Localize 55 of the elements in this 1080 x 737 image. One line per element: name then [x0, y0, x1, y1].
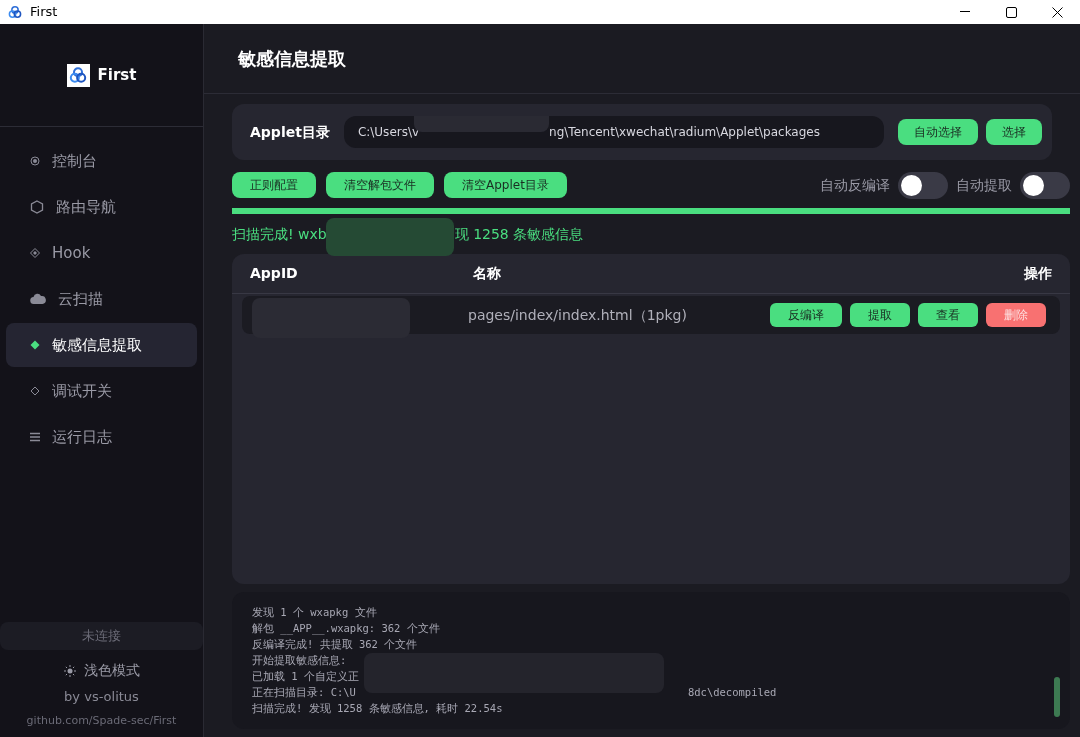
cloud-icon [30, 293, 46, 305]
nav-item[interactable]: 控制台 [6, 139, 197, 183]
column-header: AppID [250, 264, 299, 283]
log-line: 发现 1 个 wxapkg 文件 [252, 605, 377, 620]
toggle-switch[interactable] [1020, 171, 1070, 199]
status-text: 扫描完成! wxb [232, 224, 327, 244]
connection-status: 未连接 [0, 622, 203, 650]
path-field[interactable]: C:\Users\v ng\Tencent\xwechat\radium\Applet\packages [343, 116, 884, 148]
log-line: 解包 __APP__.wxapkg: 362 个文件 [252, 621, 440, 636]
nav-item[interactable]: 敏感信息提取 [6, 323, 197, 367]
hexagon-icon [30, 200, 44, 214]
diamond-icon [30, 248, 40, 258]
page-title: 敏感信息提取 [238, 47, 346, 71]
log-line: 反编译完成! 共提取 362 个文件 [252, 637, 418, 652]
logo-icon [8, 5, 22, 19]
status-text: 现 1258 条敏感信息 [454, 224, 584, 244]
nav-item[interactable]: 运行日志 [6, 415, 197, 459]
app-name: First [97, 64, 137, 86]
toggle-label: 自动反编译 [820, 175, 890, 195]
diamond-icon [30, 340, 40, 350]
window-title: First [30, 3, 58, 22]
sun-icon [63, 664, 76, 677]
log-line: 已加载 1 个自定义正 [252, 669, 359, 684]
diamond-icon [30, 386, 40, 396]
table-cell-text: pages/index/index.html（1pkg) [468, 305, 687, 325]
action-button[interactable]: 清空Applet目录 [444, 172, 567, 198]
log-line: 开始提取敏感信息: [252, 653, 347, 668]
radio-dot-icon [30, 156, 40, 166]
nav-item[interactable]: 路由导航 [6, 185, 197, 229]
toggle-switch[interactable] [898, 171, 948, 199]
author-text: by vs-olitus [64, 688, 139, 706]
log-line: 扫描完成! 发现 1258 条敏感信息, 耗时 22.54s [252, 701, 503, 716]
nav-item[interactable]: 云扫描 [6, 277, 197, 321]
action-button[interactable]: 选择 [986, 119, 1042, 145]
nav-item[interactable]: 调试开关 [6, 369, 197, 413]
row-button[interactable]: 反编译 [770, 303, 842, 327]
github-link[interactable]: github.com/Spade-sec/First [26, 712, 177, 729]
minimize-icon [960, 11, 970, 13]
list-icon [30, 432, 40, 442]
action-button[interactable]: 清空解包文件 [326, 172, 434, 198]
nav-item[interactable]: Hook [6, 231, 197, 275]
action-button[interactable]: 自动选择 [898, 119, 978, 145]
row-button[interactable]: 提取 [850, 303, 910, 327]
column-header: 操作 [1024, 264, 1052, 283]
log-line: 8dc\decompiled [687, 685, 777, 700]
log-line: 正在扫描目录: C:\U [252, 685, 356, 700]
theme-toggle[interactable]: 浅色模式 [63, 660, 140, 681]
field-label: Applet目录 [250, 122, 330, 142]
toggle-label: 自动提取 [956, 175, 1012, 195]
maximize-icon [1005, 6, 1017, 18]
action-button[interactable]: 正则配置 [232, 172, 316, 198]
column-header: 名称 [473, 264, 501, 283]
row-button[interactable]: 查看 [918, 303, 978, 327]
close-icon [1051, 6, 1063, 18]
scrollbar-thumb[interactable] [1054, 677, 1060, 717]
